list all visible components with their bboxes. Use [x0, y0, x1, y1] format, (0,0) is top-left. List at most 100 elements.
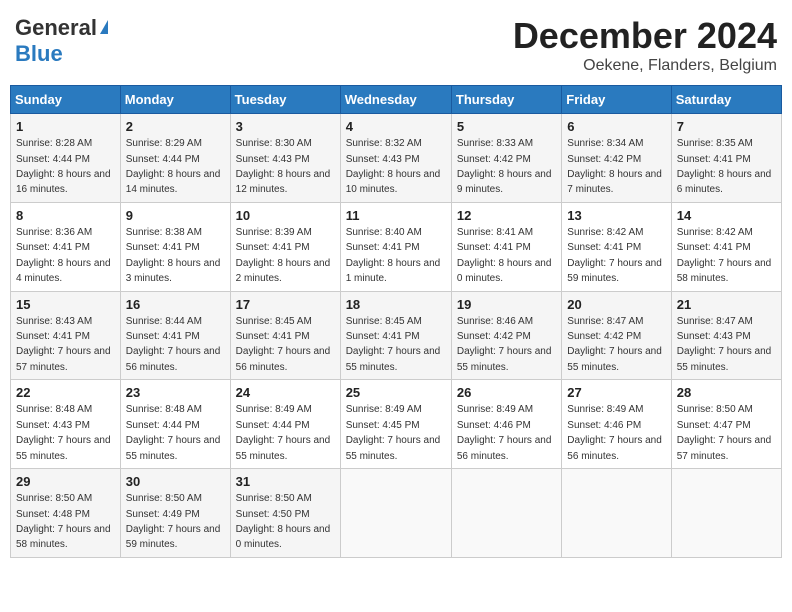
day-sunset: Sunset: 4:41 PM — [567, 242, 641, 253]
day-number: 3 — [236, 118, 335, 136]
calendar-cell: 12 Sunrise: 8:41 AM Sunset: 4:41 PM Dayl… — [451, 202, 561, 291]
calendar-cell: 23 Sunrise: 8:48 AM Sunset: 4:44 PM Dayl… — [120, 380, 230, 469]
day-daylight: Daylight: 8 hours and 6 minutes. — [677, 169, 772, 195]
header: General Blue December 2024 Oekene, Fland… — [10, 10, 782, 75]
day-sunrise: Sunrise: 8:42 AM — [677, 227, 753, 238]
day-sunrise: Sunrise: 8:49 AM — [457, 404, 533, 415]
day-daylight: Daylight: 8 hours and 7 minutes. — [567, 169, 662, 195]
day-number: 19 — [457, 296, 556, 314]
day-sunrise: Sunrise: 8:47 AM — [677, 316, 753, 327]
calendar-cell: 26 Sunrise: 8:49 AM Sunset: 4:46 PM Dayl… — [451, 380, 561, 469]
day-number: 27 — [567, 384, 665, 402]
logo: General Blue — [15, 15, 108, 67]
calendar-cell — [340, 469, 451, 558]
calendar-cell — [451, 469, 561, 558]
day-number: 30 — [126, 473, 225, 491]
day-sunrise: Sunrise: 8:46 AM — [457, 316, 533, 327]
day-sunrise: Sunrise: 8:45 AM — [236, 316, 312, 327]
calendar-week-4: 22 Sunrise: 8:48 AM Sunset: 4:43 PM Dayl… — [11, 380, 782, 469]
calendar-cell: 22 Sunrise: 8:48 AM Sunset: 4:43 PM Dayl… — [11, 380, 121, 469]
day-sunset: Sunset: 4:43 PM — [346, 154, 420, 165]
day-sunset: Sunset: 4:44 PM — [236, 420, 310, 431]
day-daylight: Daylight: 7 hours and 58 minutes. — [16, 524, 111, 550]
day-sunset: Sunset: 4:41 PM — [126, 331, 200, 342]
calendar-cell: 2 Sunrise: 8:29 AM Sunset: 4:44 PM Dayli… — [120, 114, 230, 203]
day-daylight: Daylight: 7 hours and 56 minutes. — [236, 346, 331, 372]
day-daylight: Daylight: 7 hours and 55 minutes. — [126, 435, 221, 461]
day-daylight: Daylight: 7 hours and 55 minutes. — [346, 435, 441, 461]
day-sunrise: Sunrise: 8:39 AM — [236, 227, 312, 238]
day-sunset: Sunset: 4:44 PM — [16, 154, 90, 165]
day-daylight: Daylight: 8 hours and 0 minutes. — [457, 258, 552, 284]
calendar-cell: 29 Sunrise: 8:50 AM Sunset: 4:48 PM Dayl… — [11, 469, 121, 558]
day-sunrise: Sunrise: 8:36 AM — [16, 227, 92, 238]
day-sunset: Sunset: 4:46 PM — [457, 420, 531, 431]
title-area: December 2024 Oekene, Flanders, Belgium — [513, 15, 777, 75]
day-sunset: Sunset: 4:41 PM — [126, 242, 200, 253]
calendar-week-1: 1 Sunrise: 8:28 AM Sunset: 4:44 PM Dayli… — [11, 114, 782, 203]
day-sunrise: Sunrise: 8:32 AM — [346, 138, 422, 149]
day-number: 16 — [126, 296, 225, 314]
col-header-monday: Monday — [120, 86, 230, 114]
calendar-cell: 18 Sunrise: 8:45 AM Sunset: 4:41 PM Dayl… — [340, 291, 451, 380]
day-sunset: Sunset: 4:41 PM — [236, 331, 310, 342]
day-sunset: Sunset: 4:41 PM — [346, 331, 420, 342]
calendar-header-row: SundayMondayTuesdayWednesdayThursdayFrid… — [11, 86, 782, 114]
day-number: 14 — [677, 207, 776, 225]
calendar-cell: 11 Sunrise: 8:40 AM Sunset: 4:41 PM Dayl… — [340, 202, 451, 291]
day-number: 6 — [567, 118, 665, 136]
day-number: 20 — [567, 296, 665, 314]
day-sunset: Sunset: 4:41 PM — [236, 242, 310, 253]
day-number: 12 — [457, 207, 556, 225]
logo-triangle-icon — [100, 20, 108, 34]
day-sunset: Sunset: 4:44 PM — [126, 420, 200, 431]
day-daylight: Daylight: 7 hours and 59 minutes. — [567, 258, 662, 284]
col-header-thursday: Thursday — [451, 86, 561, 114]
day-sunset: Sunset: 4:44 PM — [126, 154, 200, 165]
day-sunset: Sunset: 4:42 PM — [457, 331, 531, 342]
day-number: 5 — [457, 118, 556, 136]
day-number: 9 — [126, 207, 225, 225]
day-daylight: Daylight: 8 hours and 10 minutes. — [346, 169, 441, 195]
day-sunrise: Sunrise: 8:49 AM — [236, 404, 312, 415]
day-daylight: Daylight: 7 hours and 55 minutes. — [567, 346, 662, 372]
day-sunset: Sunset: 4:42 PM — [457, 154, 531, 165]
day-number: 4 — [346, 118, 446, 136]
logo-general-text: General — [15, 15, 97, 41]
day-sunset: Sunset: 4:43 PM — [677, 331, 751, 342]
calendar-location: Oekene, Flanders, Belgium — [513, 57, 777, 75]
calendar-cell: 31 Sunrise: 8:50 AM Sunset: 4:50 PM Dayl… — [230, 469, 340, 558]
day-number: 17 — [236, 296, 335, 314]
day-daylight: Daylight: 7 hours and 58 minutes. — [677, 258, 772, 284]
calendar-cell: 30 Sunrise: 8:50 AM Sunset: 4:49 PM Dayl… — [120, 469, 230, 558]
day-number: 31 — [236, 473, 335, 491]
day-sunrise: Sunrise: 8:29 AM — [126, 138, 202, 149]
day-number: 24 — [236, 384, 335, 402]
calendar-table: SundayMondayTuesdayWednesdayThursdayFrid… — [10, 85, 782, 558]
day-sunrise: Sunrise: 8:30 AM — [236, 138, 312, 149]
col-header-wednesday: Wednesday — [340, 86, 451, 114]
calendar-cell: 4 Sunrise: 8:32 AM Sunset: 4:43 PM Dayli… — [340, 114, 451, 203]
day-daylight: Daylight: 8 hours and 0 minutes. — [236, 524, 331, 550]
day-sunrise: Sunrise: 8:33 AM — [457, 138, 533, 149]
calendar-cell: 21 Sunrise: 8:47 AM Sunset: 4:43 PM Dayl… — [671, 291, 781, 380]
day-sunrise: Sunrise: 8:50 AM — [126, 493, 202, 504]
day-sunrise: Sunrise: 8:41 AM — [457, 227, 533, 238]
col-header-friday: Friday — [562, 86, 671, 114]
calendar-cell: 17 Sunrise: 8:45 AM Sunset: 4:41 PM Dayl… — [230, 291, 340, 380]
day-number: 26 — [457, 384, 556, 402]
day-number: 8 — [16, 207, 115, 225]
calendar-cell: 8 Sunrise: 8:36 AM Sunset: 4:41 PM Dayli… — [11, 202, 121, 291]
day-daylight: Daylight: 7 hours and 56 minutes. — [457, 435, 552, 461]
day-daylight: Daylight: 8 hours and 14 minutes. — [126, 169, 221, 195]
day-sunset: Sunset: 4:43 PM — [16, 420, 90, 431]
day-sunrise: Sunrise: 8:40 AM — [346, 227, 422, 238]
day-daylight: Daylight: 7 hours and 57 minutes. — [16, 346, 111, 372]
day-sunset: Sunset: 4:50 PM — [236, 509, 310, 520]
day-sunset: Sunset: 4:41 PM — [677, 242, 751, 253]
day-number: 21 — [677, 296, 776, 314]
day-daylight: Daylight: 8 hours and 2 minutes. — [236, 258, 331, 284]
day-daylight: Daylight: 8 hours and 4 minutes. — [16, 258, 111, 284]
day-sunrise: Sunrise: 8:50 AM — [677, 404, 753, 415]
day-daylight: Daylight: 7 hours and 55 minutes. — [346, 346, 441, 372]
